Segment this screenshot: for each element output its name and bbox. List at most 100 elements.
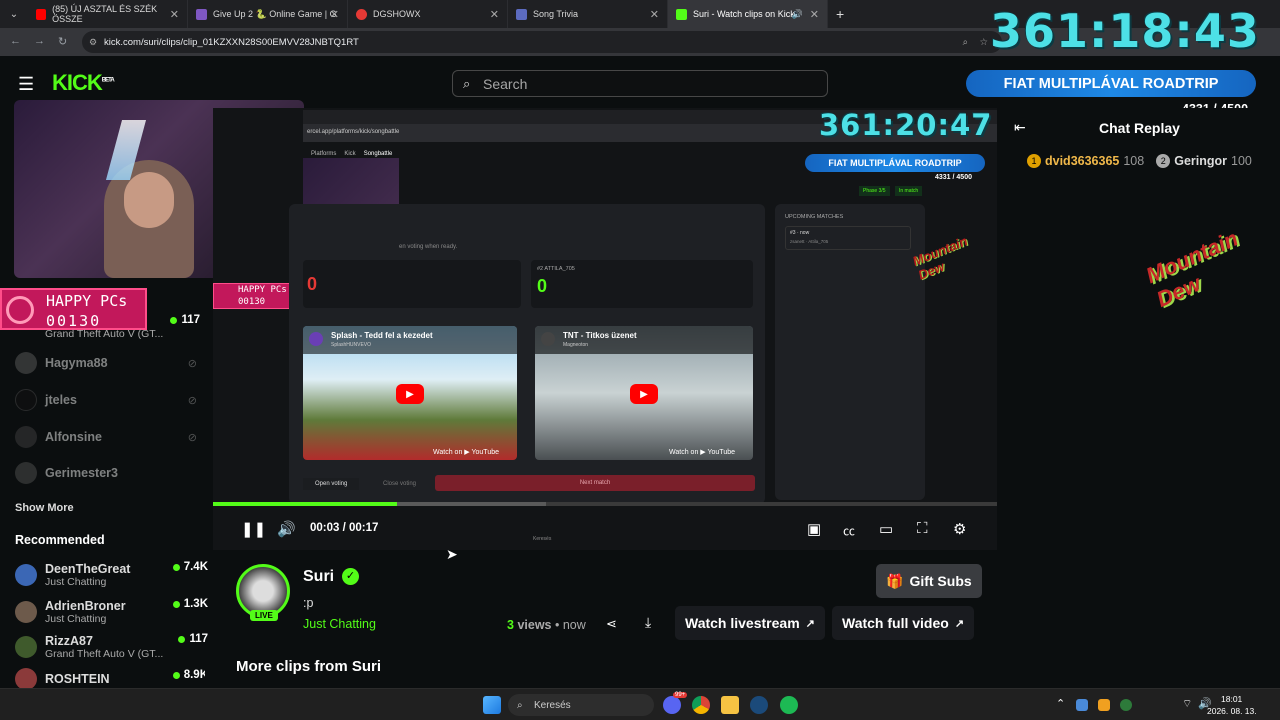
sidebar: HAPPY PCs 00130 117 Grand Theft Auto V (… bbox=[0, 70, 304, 690]
share-icon[interactable]: ⋖ bbox=[606, 616, 617, 632]
discord-icon[interactable] bbox=[663, 696, 681, 714]
leader-1: 1 dvid3636365 108 bbox=[1027, 154, 1144, 168]
more-clips-heading: More clips from Suri bbox=[236, 658, 382, 675]
watch-full-video-button[interactable]: Watch full video ↗ bbox=[832, 606, 975, 640]
clip-video[interactable]: ercel.app/platforms/kick/songbattle HAPP… bbox=[213, 108, 997, 550]
verified-icon: ✓ bbox=[342, 568, 359, 585]
spotify-icon[interactable] bbox=[780, 696, 798, 714]
gift-subs-button[interactable]: 🎁 Gift Subs bbox=[876, 564, 982, 598]
tray-app-icon[interactable] bbox=[1076, 699, 1088, 711]
leaderboard: 1 dvid3636365 108 2 Geringor 100 bbox=[1027, 154, 1252, 168]
browser-tab-4[interactable]: Song Trivia ✕ bbox=[508, 0, 668, 28]
kick-favicon-icon bbox=[676, 8, 687, 20]
clock-time[interactable]: 18:01 bbox=[1221, 694, 1242, 704]
browser-tab-1[interactable]: (85) ÚJ ASZTAL ÉS SZÉK ÖSSZE ✕ bbox=[28, 0, 188, 28]
download-icon[interactable]: ⤓ bbox=[645, 614, 651, 631]
happy-pcs-logo: HAPPY PCs 00130 bbox=[0, 288, 147, 330]
game-favicon-icon bbox=[196, 8, 207, 20]
recommended-title: Recommended bbox=[15, 533, 105, 547]
chat-panel: ⇤ Chat Replay 1 dvid3636365 108 2 Gering… bbox=[997, 108, 1280, 688]
youtube-video-1[interactable]: Splash - Tedd fel a kezedet SplashHUNVEV… bbox=[303, 326, 517, 460]
tab-search-chevron-icon[interactable]: ⌄ bbox=[0, 9, 28, 20]
category-link[interactable]: Just Chatting bbox=[303, 617, 376, 631]
chrome-icon[interactable] bbox=[692, 696, 710, 714]
file-explorer-icon[interactable] bbox=[721, 696, 739, 714]
zoom-icon[interactable]: ⌕ bbox=[963, 37, 968, 48]
show-more-button[interactable]: Show More bbox=[15, 502, 74, 514]
close-icon[interactable]: ✕ bbox=[650, 8, 659, 21]
wifi-icon[interactable]: ⌔ bbox=[1182, 697, 1192, 711]
forward-icon[interactable]: → bbox=[34, 35, 45, 47]
steam-icon[interactable] bbox=[750, 696, 768, 714]
new-tab-button[interactable]: + bbox=[836, 6, 844, 22]
yt-channel-avatar-icon bbox=[309, 332, 323, 346]
viewer-count: 7.4K bbox=[172, 561, 208, 573]
sidebar-channel-rizza87[interactable]: RizzA87 Grand Theft Auto V (GT... 117 bbox=[15, 631, 208, 663]
external-link-icon: ↗ bbox=[954, 617, 965, 630]
progress-fill bbox=[213, 502, 398, 506]
url-field[interactable]: ⚙ kick.com/suri/clips/clip_01KZXXN28S00E… bbox=[82, 31, 1002, 53]
viewer-count: 117 bbox=[178, 633, 208, 645]
browser-tab-2[interactable]: Give Up 2 🐍 Online Game | G ✕ bbox=[188, 0, 348, 28]
browser-tab-5[interactable]: Suri - Watch clips on Kick 🔊 ✕ bbox=[668, 0, 828, 28]
site-info-icon[interactable]: ⚙ bbox=[89, 37, 97, 48]
theater-mode-icon[interactable]: ▭ bbox=[879, 520, 893, 538]
avatar bbox=[15, 389, 37, 411]
windows-start-icon[interactable] bbox=[483, 696, 501, 714]
offline-icon: ⊘ bbox=[187, 431, 197, 444]
speaker-icon[interactable]: 🔊 bbox=[792, 9, 803, 20]
browser-tab-3[interactable]: DGSHOWX ✕ bbox=[348, 0, 508, 28]
search-input[interactable]: ⌕ Search bbox=[452, 70, 828, 97]
sidebar-channel-gerimester3[interactable]: Gerimester3 bbox=[15, 459, 205, 487]
fullscreen-icon[interactable]: ⛶ bbox=[917, 520, 928, 537]
sidebar-channel-hagyma88[interactable]: Hagyma88 ⊘ bbox=[15, 349, 205, 377]
inner-timer: 361:20:47 bbox=[819, 108, 993, 142]
reload-icon[interactable]: ↻ bbox=[58, 35, 67, 48]
progress-bar[interactable] bbox=[213, 502, 997, 506]
youtube-video-2[interactable]: TNT - Titkos üzenet Magneoton ▶ Watch on… bbox=[535, 326, 753, 460]
back-icon[interactable]: ← bbox=[10, 35, 21, 47]
offline-icon: ⊘ bbox=[187, 394, 197, 407]
avatar bbox=[15, 564, 37, 586]
streamer-head bbox=[124, 172, 174, 228]
sidebar-channel-adrienbroner[interactable]: AdrienBroner Just Chatting 1.3K bbox=[15, 596, 208, 628]
avatar bbox=[15, 462, 37, 484]
sidebar-channel-jteles[interactable]: jteles ⊘ bbox=[15, 386, 205, 414]
bookmark-star-icon[interactable]: ☆ bbox=[979, 37, 988, 48]
settings-icon[interactable]: ⚙ bbox=[953, 520, 966, 538]
inner-controls: Open voting Close voting Next match bbox=[289, 474, 765, 496]
leader-2: 2 Geringor 100 bbox=[1156, 154, 1252, 168]
youtube-play-icon[interactable]: ▶ bbox=[396, 384, 424, 404]
close-icon[interactable]: ✕ bbox=[490, 8, 499, 21]
captions-icon[interactable]: ㏄ bbox=[843, 522, 855, 539]
channel-name[interactable]: Suri bbox=[303, 568, 334, 586]
external-link-icon: ↗ bbox=[805, 617, 815, 630]
close-icon[interactable]: ✕ bbox=[170, 8, 179, 21]
tray-chevron-icon[interactable]: ⌃ bbox=[1056, 697, 1065, 710]
gift-icon: 🎁 bbox=[886, 572, 904, 589]
sidebar-channel-deenthegreat[interactable]: DeenTheGreat Just Chatting 7.4K bbox=[15, 559, 208, 591]
youtube-favicon-icon bbox=[36, 8, 47, 20]
rank-badge-silver: 2 bbox=[1156, 154, 1171, 168]
volume-icon[interactable]: 🔊 bbox=[277, 520, 296, 538]
mountain-dew-logo: Mountain Dew bbox=[1142, 225, 1242, 312]
miniplayer-icon[interactable]: ▣ bbox=[807, 520, 821, 538]
clock-date[interactable]: 2026. 08. 13. bbox=[1207, 706, 1257, 716]
viewer-count: 8.9K bbox=[172, 669, 205, 681]
collapse-chat-icon[interactable]: ⇤ bbox=[1014, 119, 1026, 136]
chat-title: Chat Replay bbox=[1099, 120, 1180, 136]
close-icon[interactable]: ✕ bbox=[330, 8, 339, 21]
youtube-play-icon[interactable]: ▶ bbox=[630, 384, 658, 404]
watch-livestream-button[interactable]: Watch livestream ↗ bbox=[675, 606, 825, 640]
search-icon: ⌕ bbox=[463, 76, 471, 91]
tray-app-icon[interactable] bbox=[1120, 699, 1132, 711]
tray-app-icon[interactable] bbox=[1098, 699, 1110, 711]
taskbar-search[interactable]: ⌕ Keresés bbox=[508, 694, 654, 716]
sidebar-channel-alfonsine[interactable]: Alfonsine ⊘ bbox=[15, 423, 205, 451]
clip-title: :p bbox=[303, 596, 314, 610]
stream-timer: 361:18:43 bbox=[990, 4, 1260, 58]
channel-category: Grand Theft Auto V (GT... bbox=[45, 328, 164, 340]
player-controls: ❚❚ 🔊 00:03 / 00:17 ▣ ㏄ ▭ ⛶ ⚙ bbox=[213, 502, 997, 552]
pause-icon[interactable]: ❚❚ bbox=[241, 520, 266, 538]
close-icon[interactable]: ✕ bbox=[810, 8, 819, 21]
